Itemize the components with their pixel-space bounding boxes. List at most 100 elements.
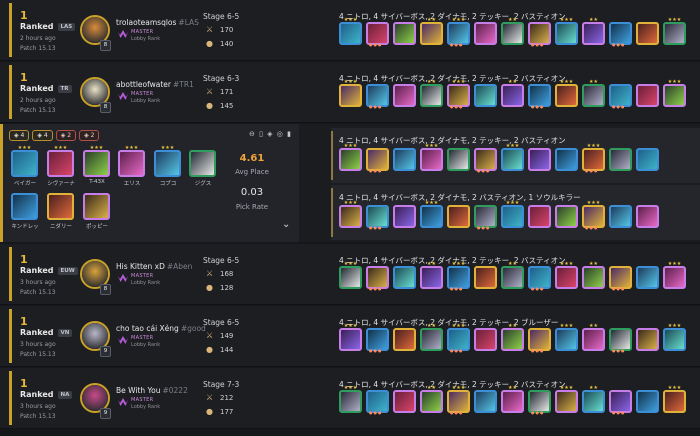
unit-icon[interactable]: ★★★ <box>339 201 362 228</box>
unit-icon[interactable]: ●●● <box>366 22 389 47</box>
player-name[interactable]: Be With You #0222 <box>116 386 188 395</box>
unit-icon[interactable]: ★★★ <box>555 18 578 45</box>
unit-icon[interactable]: ★★★ ●●● <box>447 80 470 109</box>
match-row[interactable]: 1 Ranked NA 3 hours ago Patch 15.13 9 Be … <box>0 368 700 429</box>
unit-icon[interactable]: ★★★ <box>501 201 524 228</box>
unit-icon[interactable]: ★★★ <box>339 324 362 351</box>
unit-icon[interactable]: ★★★ <box>555 324 578 351</box>
unit-icon[interactable] <box>528 148 551 171</box>
unit-icon[interactable] <box>47 193 74 220</box>
unit-icon[interactable]: ★★ <box>501 386 524 413</box>
unit-icon[interactable] <box>393 148 416 171</box>
unit-icon[interactable]: ●●● <box>366 390 389 415</box>
unit-icon[interactable]: ★★★ <box>663 80 686 107</box>
player-name[interactable]: trolaoteamsqlos #LAS <box>116 18 199 27</box>
unit-icon[interactable]: ★★★ ●●● <box>582 201 605 230</box>
player-name[interactable]: abottleofwater #TR1 <box>116 80 194 89</box>
unit-icon[interactable]: ●●● <box>366 328 389 353</box>
unit-icon[interactable] <box>474 84 497 107</box>
trait-chip[interactable]: ◈ 4 <box>9 130 30 141</box>
unit-icon[interactable]: ★★★ ●●● <box>447 386 470 415</box>
unit-icon[interactable]: ★★ <box>420 80 443 107</box>
unit-icon[interactable]: ★★★ <box>555 262 578 289</box>
unit-icon[interactable]: ●●● <box>528 328 551 353</box>
unit-icon[interactable]: ★★ <box>501 262 524 289</box>
unit-icon[interactable] <box>528 205 551 228</box>
unit-icon[interactable] <box>11 193 38 220</box>
unit-icon[interactable]: ●●● <box>474 205 497 230</box>
player-name[interactable]: His Kitten xD #Aben <box>116 262 192 271</box>
unit-icon[interactable]: ●●● <box>528 22 551 47</box>
unit-icon[interactable] <box>636 84 659 107</box>
unit-icon[interactable] <box>83 193 110 220</box>
unit-icon[interactable]: ★★★ <box>420 144 443 171</box>
unit-icon[interactable]: ●●● <box>609 328 632 353</box>
unit-icon[interactable]: ★★ <box>582 262 605 289</box>
unit-icon[interactable]: ●●● <box>366 148 389 173</box>
unit-icon[interactable] <box>393 205 416 228</box>
player-name[interactable]: cho tao cái Xẻng #good <box>116 324 206 333</box>
unit-icon[interactable]: ●●● <box>609 390 632 415</box>
unit-icon[interactable]: ●●● <box>609 22 632 47</box>
unit-icon[interactable]: ★★★ <box>339 18 362 45</box>
unit-icon[interactable]: ★★★ <box>339 262 362 289</box>
trait-chip[interactable]: ◈ 2 <box>55 130 77 141</box>
unit-icon[interactable]: ★★★ <box>420 201 443 228</box>
unit-icon[interactable] <box>636 22 659 45</box>
unit-icon[interactable]: ●●● <box>528 390 551 415</box>
unit-icon[interactable] <box>609 205 632 228</box>
unit-icon[interactable] <box>474 266 497 289</box>
unit-icon[interactable]: ★★ <box>420 262 443 289</box>
unit-icon[interactable] <box>636 328 659 351</box>
unit-icon[interactable] <box>609 148 632 171</box>
unit-icon[interactable]: ★★★ ●●● <box>447 262 470 291</box>
unit-icon[interactable] <box>636 148 659 171</box>
comp-tools[interactable]: ⊖ ▯ ◈ ◎ ▮ <box>249 130 292 138</box>
unit-icon[interactable]: ★★★ <box>663 324 686 351</box>
unit-icon[interactable]: ★★ <box>582 386 605 413</box>
unit-icon[interactable]: ★★★ <box>339 80 362 107</box>
unit-icon[interactable]: ★★★ <box>47 146 74 177</box>
unit-icon[interactable]: ★★ <box>420 386 443 413</box>
trait-chip[interactable]: ◈ 4 <box>32 130 53 141</box>
match-row[interactable]: 1 Ranked EUW 3 hours ago Patch 15.13 8 Hi… <box>0 244 700 305</box>
unit-icon[interactable]: ★★ <box>420 324 443 351</box>
unit-icon[interactable]: ●●● <box>609 84 632 109</box>
unit-icon[interactable]: ●●● <box>366 266 389 291</box>
unit-icon[interactable]: ★★★ <box>118 146 145 177</box>
unit-icon[interactable] <box>393 22 416 45</box>
unit-icon[interactable]: ★★★ <box>555 80 578 107</box>
unit-icon[interactable] <box>474 328 497 351</box>
unit-icon[interactable]: ★★★ <box>83 146 110 177</box>
unit-icon[interactable]: ★★★ <box>154 146 181 177</box>
unit-icon[interactable] <box>393 266 416 289</box>
unit-icon[interactable]: ★★★ ●●● <box>447 324 470 353</box>
unit-icon[interactable]: ●●● <box>366 84 389 109</box>
unit-icon[interactable] <box>636 390 659 413</box>
unit-icon[interactable]: ★★★ <box>11 146 38 177</box>
unit-icon[interactable] <box>555 205 578 228</box>
unit-icon[interactable]: ●●● <box>474 148 497 173</box>
unit-icon[interactable]: ★★★ <box>663 386 686 413</box>
unit-icon[interactable]: ●●● <box>528 266 551 291</box>
chevron-down-icon[interactable]: ⌄ <box>282 219 290 230</box>
unit-icon[interactable]: ★★★ <box>555 386 578 413</box>
unit-icon[interactable]: ★★★ <box>663 18 686 45</box>
match-row[interactable]: 1 Ranked VN 3 hours ago Patch 15.13 9 cho… <box>0 306 700 367</box>
match-row[interactable]: 1 Ranked TR 2 hours ago Patch 15.13 8 abo… <box>0 62 700 123</box>
unit-icon[interactable]: ★★★ <box>501 144 524 171</box>
trait-chip[interactable]: ◈ 2 <box>79 130 100 141</box>
unit-icon[interactable]: ●●● <box>528 84 551 109</box>
unit-icon[interactable] <box>189 150 216 177</box>
unit-icon[interactable] <box>393 390 416 413</box>
unit-icon[interactable]: ★★ <box>501 324 524 351</box>
unit-icon[interactable] <box>393 84 416 107</box>
unit-icon[interactable] <box>393 328 416 351</box>
unit-icon[interactable] <box>474 390 497 413</box>
unit-icon[interactable]: ★★ <box>501 80 524 107</box>
unit-icon[interactable] <box>555 148 578 171</box>
match-row[interactable]: 1 Ranked LAS 2 hours ago Patch 15.13 8 tr… <box>0 0 700 61</box>
unit-icon[interactable]: ★★ <box>582 18 605 45</box>
unit-icon[interactable]: ★★ <box>420 18 443 45</box>
unit-icon[interactable]: ★★ <box>582 324 605 351</box>
